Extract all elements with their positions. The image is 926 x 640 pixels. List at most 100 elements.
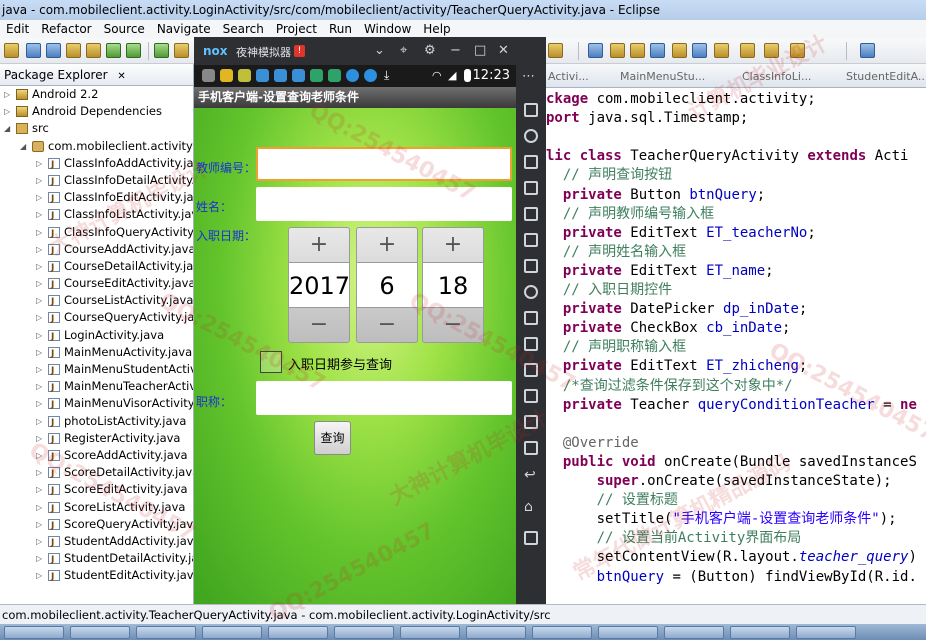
- volume-up-icon[interactable]: [524, 207, 538, 221]
- tree-item[interactable]: ▷ LoginActivity.java: [0, 327, 193, 346]
- save-all-icon[interactable]: [46, 43, 61, 58]
- forward-icon[interactable]: [790, 43, 805, 58]
- menu-run[interactable]: Run: [323, 20, 358, 38]
- search-icon[interactable]: [588, 43, 603, 58]
- editor-tab[interactable]: MainMenuStu...: [620, 68, 705, 86]
- collapsed-arrow-icon[interactable]: ▷: [36, 275, 42, 292]
- menu-navigate[interactable]: Navigate: [151, 20, 217, 38]
- year-increment-button[interactable]: +: [289, 228, 349, 262]
- toggle-mark-icon[interactable]: [650, 43, 665, 58]
- shake-icon[interactable]: [524, 311, 538, 325]
- collapsed-arrow-icon[interactable]: ▷: [36, 327, 42, 344]
- editor-tab[interactable]: StudentEditA...: [846, 68, 926, 86]
- tree-item[interactable]: ▷ ClassInfoQueryActivity.java: [0, 224, 193, 243]
- maximize-icon[interactable]: □: [474, 43, 486, 58]
- tree-item[interactable]: ▷ ScoreQueryActivity.java: [0, 516, 193, 535]
- location-icon[interactable]: [524, 129, 538, 143]
- collapsed-arrow-icon[interactable]: ▷: [36, 413, 42, 430]
- taskbar-button[interactable]: [268, 626, 328, 639]
- expanded-arrow-icon[interactable]: ◢: [20, 138, 26, 155]
- collapsed-arrow-icon[interactable]: ▷: [36, 430, 42, 447]
- tree-item[interactable]: ▷ CourseAddActivity.java: [0, 241, 193, 260]
- multi-instance-icon[interactable]: [524, 441, 538, 455]
- tree-item[interactable]: ▷ StudentEditActivity.java: [0, 567, 193, 586]
- year-value[interactable]: 2017: [289, 262, 350, 308]
- tree-item[interactable]: ▷ ScoreEditActivity.java: [0, 481, 193, 500]
- taskbar-button[interactable]: [598, 626, 658, 639]
- annotation-prev-icon[interactable]: [630, 43, 645, 58]
- recent-apps-icon[interactable]: [524, 531, 538, 545]
- collapsed-arrow-icon[interactable]: ▷: [4, 103, 10, 120]
- year-decrement-button[interactable]: −: [289, 308, 349, 342]
- name-input[interactable]: [256, 187, 512, 221]
- print-icon[interactable]: [66, 43, 81, 58]
- tree-item[interactable]: ▷ CourseListActivity.java: [0, 292, 193, 311]
- taskbar-button[interactable]: [730, 626, 790, 639]
- collapsed-arrow-icon[interactable]: ▷: [36, 395, 42, 412]
- scissors-icon[interactable]: [524, 103, 538, 117]
- debug-icon[interactable]: [106, 43, 121, 58]
- query-button[interactable]: 查询: [314, 421, 351, 455]
- warning-icon[interactable]: !: [294, 45, 305, 57]
- tree-item[interactable]: ▷ ClassInfoDetailActivity.java: [0, 172, 193, 191]
- day-decrement-button[interactable]: −: [423, 308, 483, 342]
- month-decrement-button[interactable]: −: [357, 308, 417, 342]
- close-icon[interactable]: ✕: [117, 71, 125, 82]
- collapsed-arrow-icon[interactable]: ▷: [36, 241, 42, 258]
- menu-refactor[interactable]: Refactor: [35, 20, 97, 38]
- taskbar-button[interactable]: [664, 626, 724, 639]
- tree-item[interactable]: ▷ MainMenuStudentActivity.java: [0, 361, 193, 380]
- collapsed-arrow-icon[interactable]: ▷: [36, 567, 42, 584]
- collapsed-arrow-icon[interactable]: ▷: [36, 258, 42, 275]
- taskbar-button[interactable]: [532, 626, 592, 639]
- taskbar-button[interactable]: [466, 626, 526, 639]
- back-icon[interactable]: [764, 43, 779, 58]
- menu-lines-icon[interactable]: [524, 415, 538, 429]
- tree-item[interactable]: ▷ ScoreDetailActivity.java: [0, 464, 193, 483]
- editor-tab[interactable]: ClassInfoLi...: [742, 68, 811, 86]
- collapsed-arrow-icon[interactable]: ▷: [36, 550, 42, 567]
- tree-item[interactable]: ▷ MainMenuActivity.java: [0, 344, 193, 363]
- volume-down-icon[interactable]: [524, 233, 538, 247]
- menu-help[interactable]: Help: [417, 20, 456, 38]
- tree-item[interactable]: ▷ StudentDetailActivity.java: [0, 550, 193, 569]
- menu-search[interactable]: Search: [217, 20, 270, 38]
- screen-icon[interactable]: [524, 155, 538, 169]
- properties-icon[interactable]: [86, 43, 101, 58]
- tree-item[interactable]: ▷ CourseQueryActivity.java: [0, 309, 193, 328]
- outline-icon[interactable]: [714, 43, 729, 58]
- taskbar-button[interactable]: [400, 626, 460, 639]
- collapsed-arrow-icon[interactable]: ▷: [36, 172, 42, 189]
- fullscreen-icon[interactable]: [524, 181, 538, 195]
- open-type-icon[interactable]: [174, 43, 189, 58]
- tree-item[interactable]: ▷ Android Dependencies: [0, 103, 193, 120]
- collapsed-arrow-icon[interactable]: ▷: [36, 224, 42, 241]
- build-icon[interactable]: [154, 43, 169, 58]
- taskbar-button[interactable]: [70, 626, 130, 639]
- perspective-icon[interactable]: [860, 43, 875, 58]
- in-date-checkbox[interactable]: [260, 351, 282, 373]
- collapsed-arrow-icon[interactable]: ▷: [36, 378, 42, 395]
- tree-item[interactable]: ▷ photoListActivity.java: [0, 413, 193, 432]
- collapsed-arrow-icon[interactable]: ▷: [36, 481, 42, 498]
- last-edit-icon[interactable]: [740, 43, 755, 58]
- collapsed-arrow-icon[interactable]: ▷: [36, 189, 42, 206]
- day-value[interactable]: 18: [423, 262, 483, 308]
- zhicheng-input[interactable]: [256, 381, 512, 415]
- collapsed-arrow-icon[interactable]: ▷: [36, 464, 42, 481]
- macro-icon[interactable]: [524, 389, 538, 403]
- pin-icon[interactable]: ⌖: [400, 43, 407, 58]
- pin-icon[interactable]: [672, 43, 687, 58]
- expanded-arrow-icon[interactable]: ◢: [4, 120, 10, 137]
- collapsed-arrow-icon[interactable]: ▷: [36, 292, 42, 309]
- collapsed-arrow-icon[interactable]: ▷: [36, 155, 42, 172]
- format-icon[interactable]: [692, 43, 707, 58]
- tree-item[interactable]: ▷ CourseEditActivity.java: [0, 275, 193, 294]
- open-task-icon[interactable]: [548, 43, 563, 58]
- save-icon[interactable]: [26, 43, 41, 58]
- new-icon[interactable]: [4, 43, 19, 58]
- collapsed-arrow-icon[interactable]: ▷: [36, 344, 42, 361]
- close-icon[interactable]: ✕: [498, 43, 509, 58]
- taskbar-button[interactable]: [202, 626, 262, 639]
- menu-project[interactable]: Project: [270, 20, 323, 38]
